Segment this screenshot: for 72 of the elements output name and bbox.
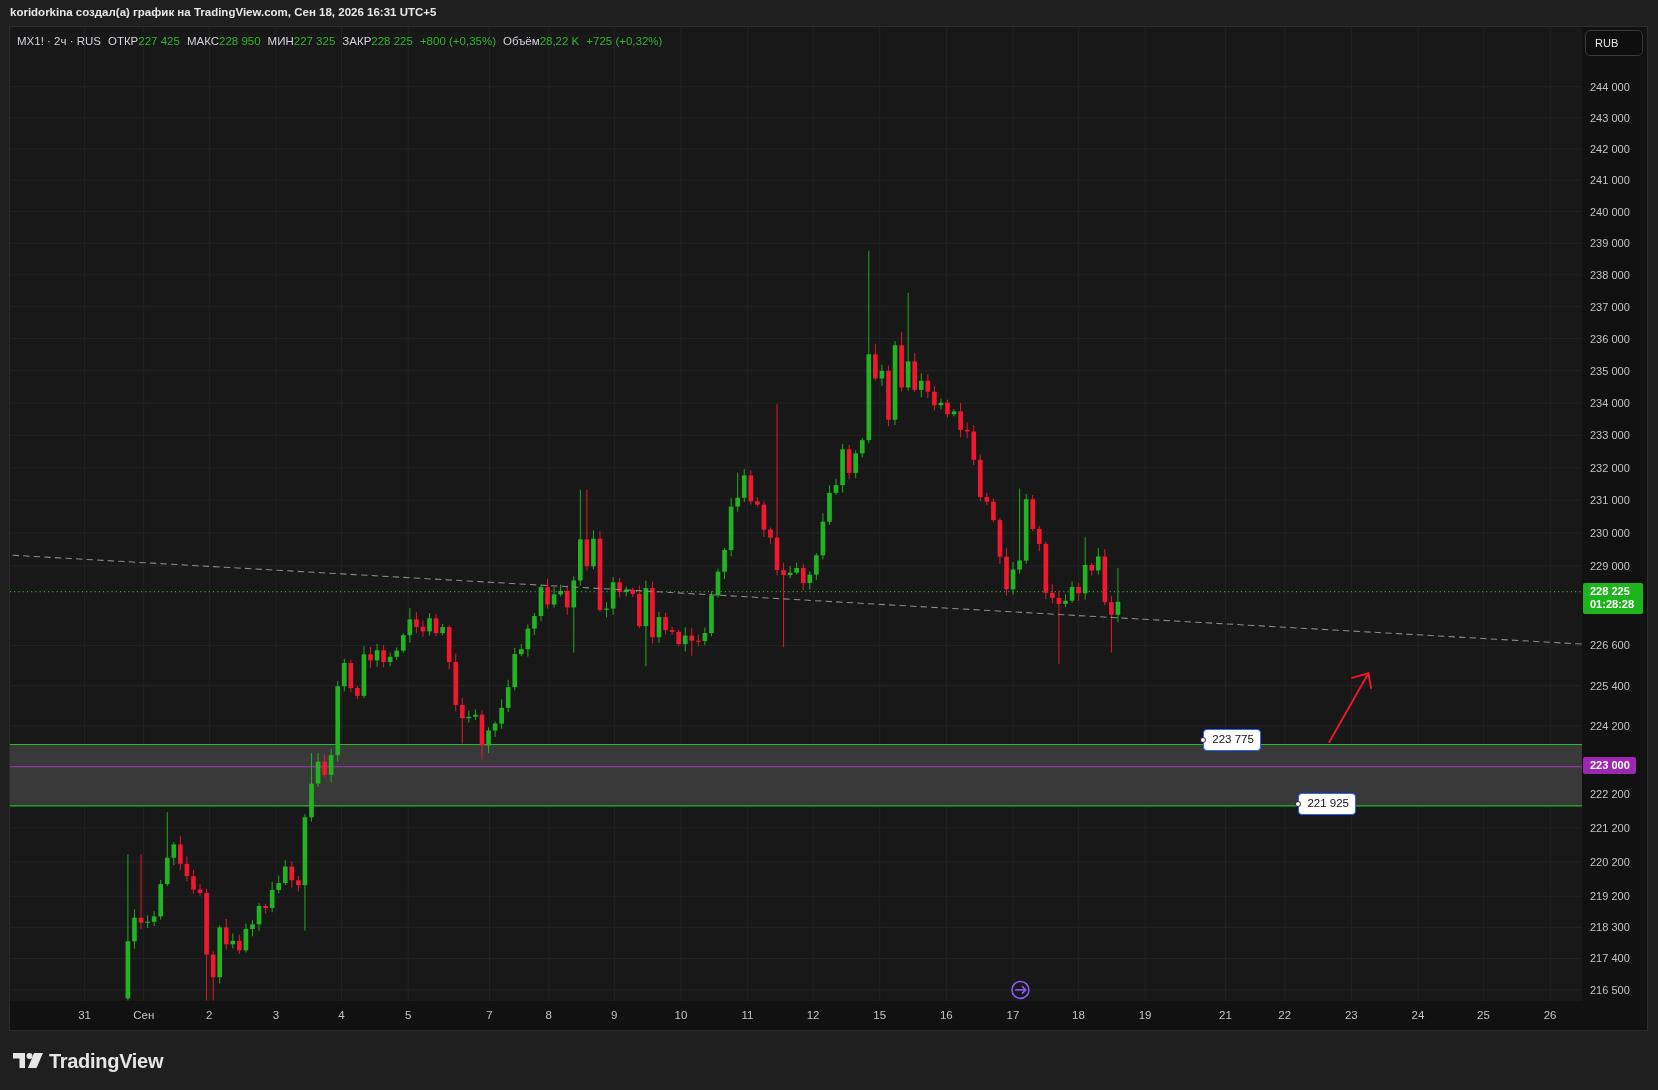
field-label: МИН: [267, 34, 294, 49]
price-axis-label: 221 200: [1590, 820, 1630, 835]
price-axis-label: 243 000: [1590, 110, 1630, 125]
field-value: 227 425: [138, 34, 180, 49]
field-value: 228 225: [371, 34, 413, 49]
time-axis-label: 24: [1411, 1008, 1425, 1022]
time-axis-label: 23: [1344, 1008, 1358, 1022]
time-axis-label: 26: [1543, 1008, 1557, 1022]
time-axis-label: 9: [611, 1008, 618, 1022]
price-axis-label: 233 000: [1590, 428, 1630, 443]
field-label: ОТКР: [107, 34, 139, 49]
volume-change: +725 (+0,32%): [586, 34, 663, 49]
volume-label: Объём: [503, 34, 540, 49]
time-axis-label: 12: [806, 1008, 820, 1022]
price-axis-label: 237 000: [1590, 299, 1630, 314]
price-axis-label: 220 200: [1590, 854, 1630, 869]
price-axis-label: 242 000: [1590, 141, 1630, 156]
price-axis-label: 216 500: [1590, 982, 1630, 997]
event-marker-icon: [1011, 980, 1030, 1000]
logo-text: TradingView: [49, 1048, 164, 1073]
volume-value: 28,22 K: [539, 34, 580, 49]
price-axis-label: 232 000: [1590, 460, 1630, 475]
field-label: ЗАКР: [342, 34, 372, 49]
currency-button[interactable]: RUB: [1585, 30, 1643, 56]
field-label: МАКС: [186, 34, 219, 49]
price-axis-label: 239 000: [1590, 236, 1630, 251]
price-axis-label: 234 000: [1590, 395, 1630, 410]
field-value: 227 325: [293, 34, 336, 49]
time-axis-label: 16: [939, 1008, 953, 1022]
price-axis-label: 225 400: [1590, 678, 1630, 693]
time-axis-label: 31: [78, 1008, 91, 1022]
price-axis-label: 240 000: [1590, 204, 1630, 219]
time-axis-label: 18: [1072, 1008, 1085, 1022]
price-label: 221 925: [1298, 792, 1356, 815]
time-axis-label: 25: [1477, 1008, 1490, 1022]
price-axis-label: 226 600: [1590, 638, 1630, 653]
chart-title: koridorkina создал(а) график на TradingView.com, Сен 18, 2026 16:31 UTC+5: [10, 5, 437, 21]
price-axis-label: 224 200: [1590, 718, 1630, 733]
time-axis-label: 8: [545, 1008, 552, 1022]
symbol-info: MX1! · 2ч · RUS: [17, 34, 101, 49]
time-axis-label: 3: [272, 1008, 280, 1022]
time-axis-label: 19: [1138, 1008, 1152, 1022]
price-axis-label: 231 000: [1590, 493, 1630, 508]
price-label: 223 775: [1203, 728, 1261, 751]
time-axis-label: 4: [338, 1008, 345, 1022]
price-axis-label: 238 000: [1590, 267, 1630, 282]
time-axis-label: 11: [741, 1008, 754, 1022]
time-axis-label: 7: [486, 1008, 493, 1022]
price-axis-label: 217 400: [1590, 951, 1630, 966]
price-axis-label: 241 000: [1590, 173, 1630, 188]
price-axis-label: 244 000: [1590, 79, 1630, 94]
countdown-timer: 01:28:28: [1590, 598, 1636, 612]
time-axis-label: 15: [873, 1008, 887, 1022]
price-axis-label: 236 000: [1590, 331, 1630, 346]
price-axis-label: 218 300: [1590, 920, 1630, 935]
time-axis-label: 22: [1278, 1008, 1292, 1022]
time-axis-label: 10: [674, 1008, 688, 1022]
time-axis-label: 21: [1219, 1008, 1232, 1022]
logo-mark-icon: [13, 1053, 43, 1068]
level-price-badge: 223 000: [1583, 757, 1636, 775]
price-axis-label: 222 200: [1590, 786, 1630, 801]
price-change: +800 (+0,35%): [419, 34, 496, 49]
time-axis-label: Сен: [133, 1008, 155, 1022]
time-axis-label: 2: [206, 1008, 213, 1022]
field-value: 228 950: [219, 34, 261, 49]
time-axis-label: 17: [1006, 1008, 1020, 1022]
price-axis-label: 229 000: [1590, 558, 1630, 573]
price-axis-label: 235 000: [1590, 363, 1630, 378]
price-axis-label: 230 000: [1590, 525, 1630, 540]
last-price-value: 228 225: [1590, 585, 1631, 599]
price-axis-label: 219 200: [1590, 889, 1630, 904]
time-axis-label: 5: [404, 1008, 412, 1022]
